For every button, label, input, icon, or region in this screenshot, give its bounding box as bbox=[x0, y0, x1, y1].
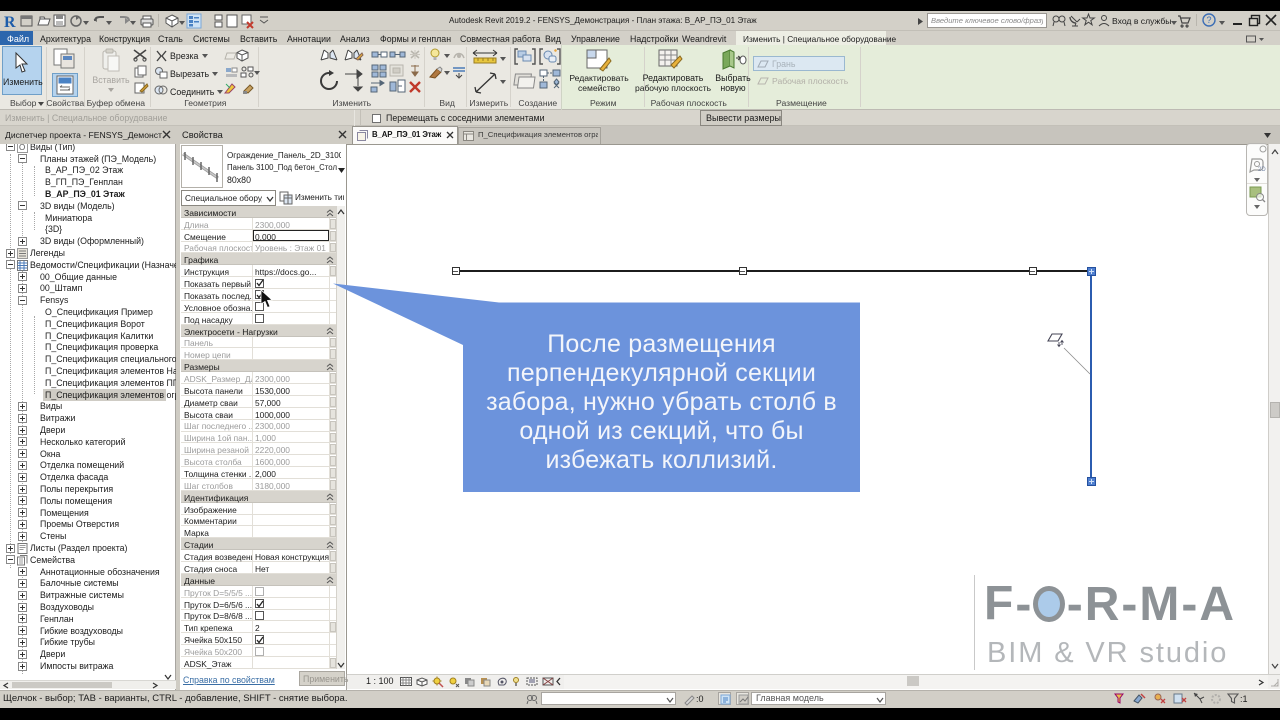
svg-text:O: O bbox=[19, 144, 25, 152]
svg-text:2D: 2D bbox=[1258, 167, 1266, 173]
svg-text:?: ? bbox=[1207, 15, 1212, 25]
svg-text:R: R bbox=[4, 14, 16, 31]
